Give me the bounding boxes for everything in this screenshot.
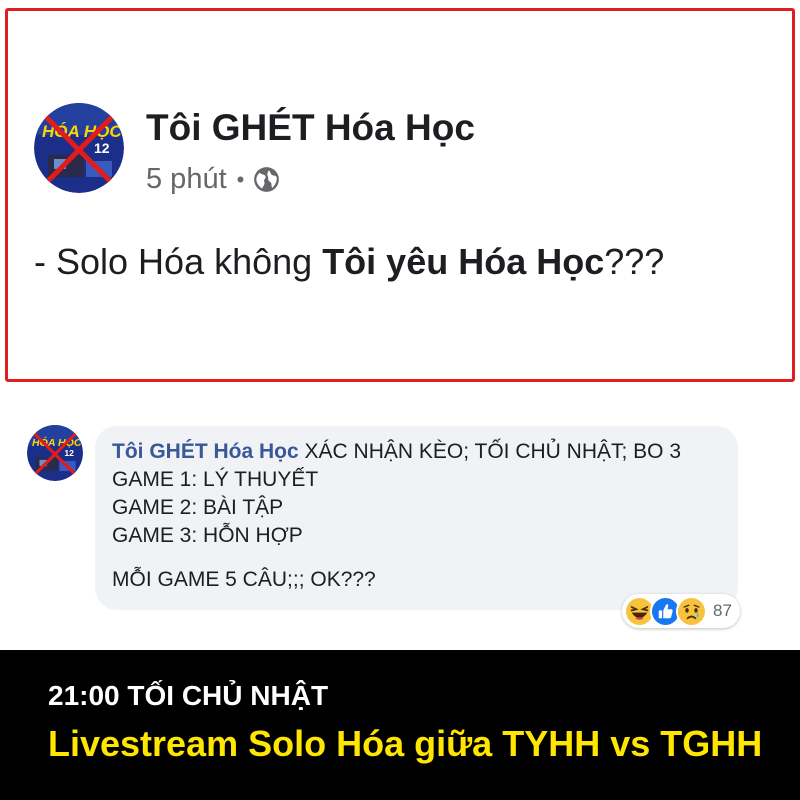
chemistry-book-avatar-image: HÓA HỌC 12 [27, 425, 83, 481]
post-text-prefix: - Solo Hóa không [34, 241, 323, 282]
reaction-count: 87 [713, 601, 732, 620]
comment-first-line-text: XÁC NHẬN KÈO; TỐI CHỦ NHẬT; BO 3 [298, 440, 682, 463]
comment-last-line: MỖI GAME 5 CÂU;;; OK??? [112, 568, 376, 591]
globe-icon[interactable] [253, 166, 280, 193]
comment-line: GAME 2: BÀI TẬP [112, 496, 284, 519]
comment-first-line: Tôi GHÉT Hóa Học XÁC NHẬN KÈO; TỐI CHỦ N… [112, 440, 681, 464]
comment-author-name[interactable]: Tôi GHÉT Hóa Học [112, 440, 299, 463]
post-author-name[interactable]: Tôi GHÉT Hóa Học [146, 107, 475, 149]
comment-line: GAME 1: LÝ THUYẾT [112, 468, 319, 491]
banner-headline: Livestream Solo Hóa giữa TYHH vs TGHH [48, 723, 763, 764]
post-text-suffix: ??? [604, 241, 665, 282]
reaction-summary[interactable]: 87 [622, 594, 740, 628]
post-body-text: - Solo Hóa không Tôi yêu Hóa Học??? [34, 241, 664, 283]
comment-bubble: Tôi GHÉT Hóa Học XÁC NHẬN KÈO; TỐI CHỦ N… [95, 426, 738, 610]
sad-icon [676, 595, 707, 627]
post-card: HÓA HỌC 12 Tôi GHÉT Hóa Học 5 phút • - S… [5, 8, 795, 382]
post-timestamp[interactable]: 5 phút [146, 163, 227, 196]
post-text-bold: Tôi yêu Hóa Học [322, 241, 605, 282]
meta-separator: • [236, 166, 245, 192]
avatar-book-number: 12 [64, 448, 74, 458]
comment-line: GAME 3: HỖN HỢP [112, 524, 303, 547]
avatar-book-number: 12 [94, 140, 110, 156]
page-avatar[interactable]: HÓA HỌC 12 [34, 103, 124, 193]
post-meta: 5 phút • [146, 163, 280, 196]
event-banner: 21:00 TỐI CHỦ NHẬT Livestream Solo Hóa g… [0, 650, 800, 800]
chemistry-book-avatar-image: HÓA HỌC 12 [34, 103, 124, 193]
commenter-avatar[interactable]: HÓA HỌC 12 [27, 425, 83, 481]
banner-schedule: 21:00 TỐI CHỦ NHẬT [48, 680, 329, 711]
